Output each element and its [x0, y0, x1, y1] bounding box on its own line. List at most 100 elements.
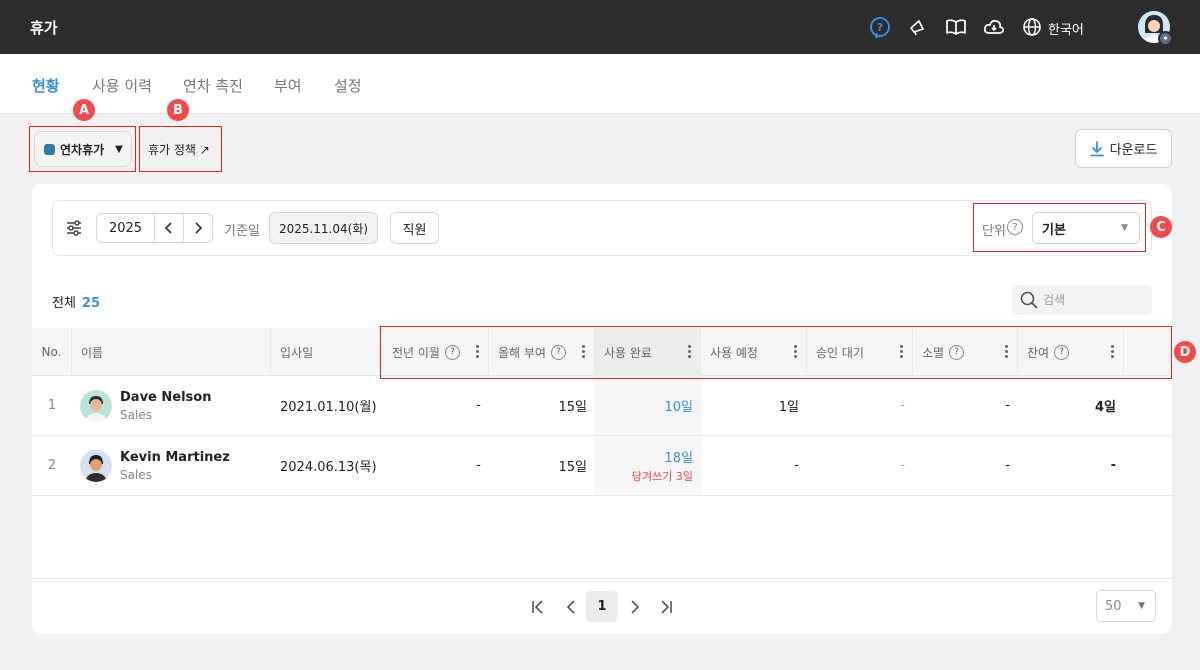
total-label: 전체	[52, 296, 76, 311]
help-circle-icon[interactable]: ?	[1054, 344, 1070, 360]
filter-sliders-icon[interactable]	[64, 218, 84, 238]
pending-value: -	[900, 458, 905, 473]
help-circle-icon[interactable]: ?	[949, 344, 965, 360]
employee-filter-button[interactable]: 직원	[390, 212, 439, 244]
caret-down-icon: ▼	[115, 143, 123, 155]
table-row[interactable]: 1 Dave Nelson Sales 2021.01.10(월) - 15일 …	[32, 376, 1172, 436]
col-used[interactable]: 사용 완료	[595, 328, 701, 376]
col-name[interactable]: 이름	[72, 328, 271, 376]
remaining-value: -	[1110, 458, 1116, 473]
language-selector[interactable]: 한국어	[1048, 19, 1084, 38]
prev-year-button[interactable]	[154, 213, 184, 243]
pending-value: -	[900, 398, 905, 413]
tab-leave-promotion[interactable]: 연차 촉진	[183, 75, 243, 96]
remaining-value: 4일	[1094, 400, 1116, 415]
year-display[interactable]: 2025	[96, 213, 155, 243]
download-label: 다운로드	[1109, 143, 1158, 158]
column-menu-icon[interactable]	[1111, 345, 1115, 360]
granted-value: 15일	[558, 400, 587, 415]
unit-select-value: 기본	[1042, 222, 1066, 238]
col-granted-label: 올해 부여	[498, 345, 546, 360]
search-input[interactable]	[1043, 293, 1143, 307]
help-icon[interactable]: ?	[868, 15, 892, 39]
column-menu-icon[interactable]	[582, 345, 586, 360]
chevron-first-icon	[532, 599, 543, 614]
leave-type-label: 연차휴가	[60, 142, 105, 157]
cloud-download-icon[interactable]	[982, 15, 1006, 39]
col-remaining[interactable]: 잔여?	[1018, 328, 1124, 376]
used-cell: 10일	[595, 376, 701, 435]
used-value[interactable]: 18일	[664, 447, 693, 466]
tab-status[interactable]: 현황	[32, 75, 60, 96]
col-remaining-label: 잔여	[1027, 345, 1050, 360]
col-join-date[interactable]: 입사일	[271, 328, 380, 376]
page-size-select[interactable]: 50 ▼	[1096, 590, 1156, 622]
download-icon	[1089, 140, 1104, 156]
megaphone-icon[interactable]	[905, 15, 929, 39]
help-circle-icon[interactable]: ?	[1007, 219, 1023, 235]
tab-settings[interactable]: 설정	[334, 75, 362, 96]
chevron-last-icon	[661, 599, 672, 614]
column-menu-icon[interactable]	[900, 345, 904, 360]
next-year-button[interactable]	[183, 213, 213, 243]
tab-grant[interactable]: 부여	[274, 75, 302, 96]
help-circle-icon[interactable]: ?	[550, 344, 566, 360]
tab-usage-history[interactable]: 사용 이력	[92, 75, 152, 96]
employee-cell[interactable]: Dave Nelson Sales	[80, 376, 270, 435]
search-icon	[1020, 291, 1038, 309]
first-page-button[interactable]	[527, 591, 549, 622]
col-granted[interactable]: 올해 부여?	[489, 328, 595, 376]
chevron-right-icon	[631, 599, 640, 614]
search-box[interactable]	[1012, 285, 1152, 315]
svg-text:?: ?	[877, 21, 883, 34]
page-number-current[interactable]: 1	[586, 591, 618, 622]
last-page-button[interactable]	[655, 591, 677, 622]
table-row[interactable]: 2 Kevin Martinez Sales 2024.06.13(목) - 1…	[32, 436, 1172, 496]
row-number: 2	[47, 458, 57, 473]
used-value[interactable]: 10일	[664, 396, 693, 415]
col-pending[interactable]: 승인 대기	[807, 328, 913, 376]
settings-badge-icon: ✦	[1158, 31, 1173, 46]
help-circle-icon[interactable]: ?	[444, 344, 460, 360]
expired-value: -	[1005, 398, 1010, 413]
marker-a: A	[73, 99, 95, 121]
used-cell: 18일 당겨쓰기 3일	[595, 436, 701, 495]
base-date-picker[interactable]: 2025.11.04(화)	[269, 212, 378, 244]
granted-value: 15일	[558, 460, 587, 475]
chevron-left-icon	[164, 222, 172, 234]
marker-b: B	[167, 99, 189, 121]
carry-over-value: -	[476, 458, 481, 473]
col-used-label: 사용 완료	[604, 345, 652, 360]
carry-over-value: -	[476, 398, 481, 413]
book-icon[interactable]	[944, 15, 968, 39]
col-planned[interactable]: 사용 예정	[701, 328, 807, 376]
employee-name: Kevin Martinez	[120, 449, 230, 465]
column-menu-icon[interactable]	[794, 345, 798, 360]
leave-policy-link[interactable]: 휴가 정책 ↗	[148, 141, 210, 158]
leave-type-dropdown[interactable]: 연차휴가 ▼	[34, 131, 132, 167]
unit-select[interactable]: 기본 ▼	[1032, 212, 1140, 244]
page-size-value: 50	[1105, 598, 1122, 614]
join-date: 2024.06.13(목)	[280, 460, 377, 475]
total-number: 25	[81, 296, 101, 311]
col-planned-label: 사용 예정	[710, 345, 758, 360]
app-title: 휴가	[30, 19, 58, 37]
col-carry-over[interactable]: 전년 이월?	[380, 328, 489, 376]
caret-down-icon: ▼	[1121, 223, 1128, 233]
column-menu-icon[interactable]	[1005, 345, 1009, 360]
pagination-divider	[32, 578, 1172, 579]
avatar	[80, 389, 112, 422]
chevron-right-icon	[195, 222, 203, 234]
user-avatar[interactable]: ✦	[1138, 11, 1173, 46]
col-expired[interactable]: 소멸?	[913, 328, 1018, 376]
col-no: No.	[32, 328, 72, 376]
base-date-label: 기준일	[224, 224, 260, 239]
prev-page-button[interactable]	[560, 591, 582, 622]
globe-icon[interactable]	[1020, 15, 1044, 39]
column-menu-icon[interactable]	[476, 345, 480, 360]
column-menu-icon[interactable]	[688, 345, 692, 360]
employee-cell[interactable]: Kevin Martinez Sales	[80, 436, 270, 495]
marker-d: D	[1174, 341, 1196, 363]
download-button[interactable]: 다운로드	[1075, 129, 1172, 168]
next-page-button[interactable]	[624, 591, 646, 622]
